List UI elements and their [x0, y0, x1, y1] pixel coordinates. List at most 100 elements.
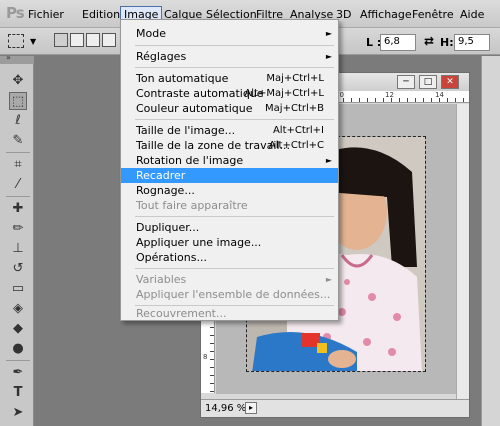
- type-tool-icon[interactable]: T: [9, 384, 27, 402]
- menu-aide[interactable]: Aide: [460, 8, 484, 21]
- tools-panel-header[interactable]: »: [0, 53, 34, 64]
- pen-tool-icon[interactable]: ✒: [9, 364, 27, 382]
- maximize-icon[interactable]: □: [419, 75, 437, 89]
- menu-separator: [135, 67, 334, 68]
- ruler-tick-label: 8: [203, 353, 208, 361]
- menu-item-appliquer-ensemble[interactable]: Appliquer l'ensemble de données...: [121, 287, 338, 302]
- menu-item-tout-faire-apparaitre[interactable]: Tout faire apparaître: [121, 198, 338, 213]
- menu-item-label: Mode: [136, 27, 166, 40]
- menu-shortcut: Maj+Ctrl+L: [266, 73, 324, 84]
- menu-item-label: Appliquer l'ensemble de données...: [136, 288, 331, 301]
- menu-item-label: Ton automatique: [136, 72, 229, 85]
- document-status-bar: 14,96 % ▸: [201, 399, 469, 417]
- close-icon[interactable]: ✕: [441, 75, 459, 89]
- menu-item-label: Recouvrement...: [136, 307, 227, 320]
- blur-tool-icon[interactable]: ◆: [9, 320, 27, 338]
- menu-item-rognage[interactable]: Rognage...: [121, 183, 338, 198]
- menu-shortcut: Alt+Maj+Ctrl+L: [244, 88, 324, 99]
- add-selection-icon[interactable]: [70, 33, 84, 47]
- menu-item-label: Appliquer une image...: [136, 236, 262, 249]
- menu-item-variables[interactable]: Variables ►: [121, 272, 338, 287]
- width-label: L :: [366, 36, 382, 49]
- paint-bucket-tool-icon[interactable]: ◈: [9, 300, 27, 318]
- menu-item-appliquer-image[interactable]: Appliquer une image...: [121, 235, 338, 250]
- submenu-arrow-icon: ►: [325, 29, 332, 38]
- eyedropper-tool-icon[interactable]: ⁄: [9, 176, 27, 194]
- menu-separator: [135, 119, 334, 120]
- menu-fenetre[interactable]: Fenêtre: [412, 8, 454, 21]
- menu-item-taille-image[interactable]: Taille de l'image... Alt+Ctrl+I: [121, 123, 338, 138]
- menu-item-contraste-automatique[interactable]: Contraste automatique Alt+Maj+Ctrl+L: [121, 86, 338, 101]
- menu-affichage[interactable]: Affichage: [360, 8, 412, 21]
- menu-item-recadrer[interactable]: Recadrer: [121, 168, 338, 183]
- menu-separator: [135, 45, 334, 46]
- ruler-tick-label: 12: [385, 91, 394, 99]
- move-tool-icon[interactable]: ✥: [9, 72, 27, 90]
- menu-shortcut: Maj+Ctrl+B: [265, 103, 324, 114]
- menu-item-ton-automatique[interactable]: Ton automatique Maj+Ctrl+L: [121, 71, 338, 86]
- lasso-tool-icon[interactable]: ℓ: [9, 112, 27, 130]
- chevron-down-icon: ▼: [30, 37, 37, 46]
- menu-item-label: Rognage...: [136, 184, 195, 197]
- panel-dock-strip[interactable]: [481, 56, 500, 426]
- menu-item-dupliquer[interactable]: Dupliquer...: [121, 220, 338, 235]
- menu-item-recouvrement[interactable]: Recouvrement...: [121, 306, 338, 321]
- eraser-tool-icon[interactable]: ▭: [9, 280, 27, 298]
- menu-separator: [135, 216, 334, 217]
- menu-item-taille-zone-travail[interactable]: Taille de la zone de travail... Alt+Ctrl…: [121, 138, 338, 153]
- menu-item-reglages[interactable]: Réglages ►: [121, 49, 338, 64]
- new-selection-icon[interactable]: [54, 33, 68, 47]
- menu-item-label: Variables: [136, 273, 187, 286]
- menu-item-mode[interactable]: Mode ►: [121, 26, 338, 41]
- menu-item-label: Taille de la zone de travail...: [136, 139, 291, 152]
- menu-item-label: Dupliquer...: [136, 221, 200, 234]
- minimize-icon[interactable]: ─: [397, 75, 415, 89]
- menu-fichier[interactable]: Fichier: [28, 8, 64, 21]
- height-label: H:: [440, 36, 454, 49]
- tool-preset-picker[interactable]: ▼: [8, 33, 38, 50]
- submenu-arrow-icon: ►: [325, 275, 332, 284]
- brush-tool-icon[interactable]: ✏: [9, 220, 27, 238]
- image-menu-dropdown: Mode ► Réglages ► Ton automatique Maj+Ct…: [120, 19, 339, 321]
- collapse-icon[interactable]: »: [6, 53, 11, 62]
- marquee-tool-icon[interactable]: ⬚: [9, 92, 27, 110]
- menu-item-label: Tout faire apparaître: [136, 199, 248, 212]
- submenu-arrow-icon: ►: [325, 52, 332, 61]
- subtract-selection-icon[interactable]: [86, 33, 100, 47]
- tools-divider: [6, 360, 30, 361]
- menu-item-label: Taille de l'image...: [136, 124, 236, 137]
- zoom-level[interactable]: 14,96 %: [205, 403, 246, 414]
- clone-stamp-tool-icon[interactable]: ⊥: [9, 240, 27, 258]
- path-select-tool-icon[interactable]: ➤: [9, 404, 27, 422]
- height-field[interactable]: 9,5: [454, 34, 490, 51]
- menu-item-label: Recadrer: [136, 169, 186, 182]
- menu-item-label: Opérations...: [136, 251, 207, 264]
- menu-item-operations[interactable]: Opérations...: [121, 250, 338, 265]
- width-field[interactable]: 6,8: [380, 34, 416, 51]
- healing-brush-tool-icon[interactable]: ✚: [9, 200, 27, 218]
- menu-item-couleur-automatique[interactable]: Couleur automatique Maj+Ctrl+B: [121, 101, 338, 116]
- menu-shortcut: Alt+Ctrl+I: [272, 125, 324, 136]
- menu-item-label: Rotation de l'image: [136, 154, 244, 167]
- intersect-selection-icon[interactable]: [102, 33, 116, 47]
- tools-panel: » ✥ ⬚ ℓ ✎ ⌗ ⁄ ✚ ✏ ⊥ ↺ ▭ ◈ ◆ ● ✒ T ➤: [0, 53, 34, 426]
- menu-separator: [135, 268, 334, 269]
- history-brush-tool-icon[interactable]: ↺: [9, 260, 27, 278]
- marquee-preset-icon: [8, 34, 24, 48]
- crop-tool-icon[interactable]: ⌗: [9, 156, 27, 174]
- status-info-icon[interactable]: ▸: [245, 402, 257, 414]
- menu-edition[interactable]: Edition: [82, 8, 120, 21]
- swap-icon[interactable]: ⇄: [424, 34, 434, 48]
- tools-divider: [6, 196, 30, 197]
- menu-item-label: Couleur automatique: [136, 102, 253, 115]
- menu-item-rotation-image[interactable]: Rotation de l'image ►: [121, 153, 338, 168]
- quick-select-tool-icon[interactable]: ✎: [9, 132, 27, 150]
- ruler-tick-label: 14: [435, 91, 444, 99]
- menu-item-label: Réglages: [136, 50, 187, 63]
- submenu-arrow-icon: ►: [325, 156, 332, 165]
- tools-divider: [6, 152, 30, 153]
- vertical-scrollbar[interactable]: [456, 104, 469, 399]
- menu-shortcut: Alt+Ctrl+C: [268, 140, 324, 151]
- dodge-tool-icon[interactable]: ●: [9, 340, 27, 358]
- photoshop-logo: Ps: [6, 4, 25, 22]
